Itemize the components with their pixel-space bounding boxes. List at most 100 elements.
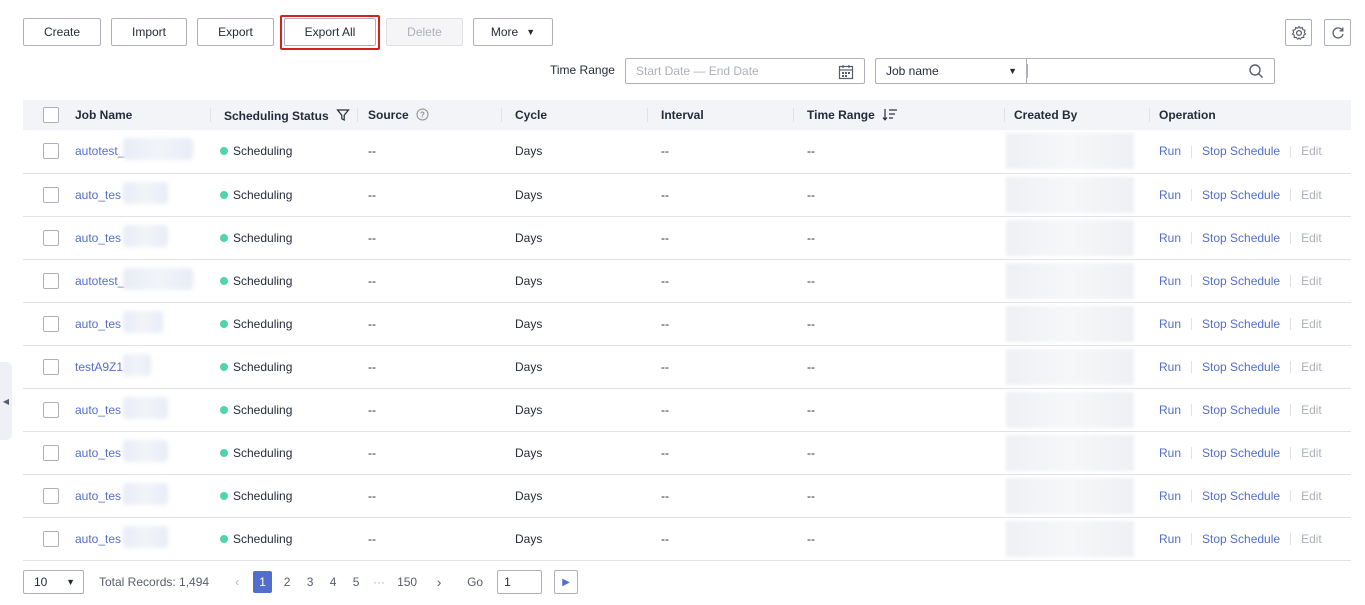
create-button[interactable]: Create	[23, 18, 101, 46]
row-checkbox[interactable]	[43, 487, 59, 504]
job-name-link[interactable]: auto_tes	[75, 489, 121, 503]
import-button[interactable]: Import	[111, 18, 187, 46]
page-2[interactable]: 2	[279, 575, 295, 589]
stop-schedule-link[interactable]: Stop Schedule	[1202, 403, 1280, 417]
edit-link[interactable]: Edit	[1301, 188, 1322, 202]
stop-schedule-link[interactable]: Stop Schedule	[1202, 188, 1280, 202]
job-name-link[interactable]: auto_tes	[75, 403, 121, 417]
export-button[interactable]: Export	[197, 18, 274, 46]
stop-schedule-link[interactable]: Stop Schedule	[1202, 317, 1280, 331]
table-row: autotest_ Scheduling -- Days -- -- Run Stop Sch…	[23, 130, 1351, 173]
run-link[interactable]: Run	[1159, 317, 1181, 331]
status-cell: Scheduling	[210, 431, 357, 474]
sort-icon[interactable]	[882, 108, 898, 121]
created-by-cell	[1004, 259, 1149, 302]
cycle-cell: Days	[515, 230, 543, 245]
more-button[interactable]: More ▼	[473, 18, 553, 46]
job-name-link[interactable]: autotest_	[75, 274, 124, 288]
job-name-link[interactable]: auto_tes	[75, 446, 121, 460]
edit-link[interactable]: Edit	[1301, 231, 1322, 245]
status-dot-icon	[220, 276, 228, 285]
job-name-link[interactable]: autotest_	[75, 144, 124, 158]
edit-link[interactable]: Edit	[1301, 274, 1322, 288]
stop-schedule-link[interactable]: Stop Schedule	[1202, 360, 1280, 374]
edit-link[interactable]: Edit	[1301, 360, 1322, 374]
help-icon[interactable]: ?	[416, 108, 429, 121]
select-all-checkbox[interactable]	[43, 107, 59, 123]
stop-schedule-link[interactable]: Stop Schedule	[1202, 231, 1280, 245]
operation-cell: Run Stop Schedule Edit	[1149, 474, 1351, 517]
row-checkbox[interactable]	[43, 229, 59, 246]
run-link[interactable]: Run	[1159, 274, 1181, 288]
run-link[interactable]: Run	[1159, 532, 1181, 546]
page-4[interactable]: 4	[325, 575, 341, 589]
run-link[interactable]: Run	[1159, 144, 1181, 158]
job-name-link[interactable]: testA9Z1	[75, 360, 123, 374]
row-checkbox-cell	[23, 173, 67, 216]
prev-page-icon[interactable]: ‹	[229, 575, 245, 589]
row-checkbox[interactable]	[43, 143, 59, 160]
page-3[interactable]: 3	[302, 575, 318, 589]
time-range-cell: --	[807, 144, 815, 159]
page-ellipsis[interactable]: ···	[371, 575, 387, 589]
row-checkbox[interactable]	[43, 272, 59, 289]
stop-schedule-link[interactable]: Stop Schedule	[1202, 489, 1280, 503]
row-checkbox[interactable]	[43, 186, 59, 203]
field-select[interactable]: Job name ▼	[875, 58, 1027, 84]
refresh-button[interactable]	[1324, 19, 1351, 46]
row-checkbox[interactable]	[43, 530, 59, 547]
filter-icon[interactable]	[336, 108, 350, 122]
page-1[interactable]: 1	[253, 571, 273, 593]
time-range-cell: --	[807, 230, 815, 245]
jobs-table: Job Name Scheduling Status Source ? Cycl…	[23, 100, 1351, 561]
run-link[interactable]: Run	[1159, 489, 1181, 503]
job-name-cell: auto_tes	[67, 216, 210, 259]
status-text: Scheduling	[233, 531, 293, 546]
run-link[interactable]: Run	[1159, 446, 1181, 460]
edit-link[interactable]: Edit	[1301, 532, 1322, 546]
date-range-input[interactable]: Start Date — End Date	[625, 58, 865, 84]
source-cell: --	[368, 187, 376, 202]
export-all-button[interactable]: Export All	[284, 18, 376, 46]
next-page-icon[interactable]: ›	[431, 574, 447, 590]
go-button[interactable]: ▶	[554, 570, 579, 594]
page-size-select[interactable]: 10 ▼	[23, 570, 84, 594]
run-link[interactable]: Run	[1159, 360, 1181, 374]
sidebar-collapse-handle[interactable]: ◀	[0, 362, 12, 440]
status-cell: Scheduling	[210, 259, 357, 302]
edit-link[interactable]: Edit	[1301, 403, 1322, 417]
status-dot-icon	[220, 534, 228, 543]
edit-link[interactable]: Edit	[1301, 489, 1322, 503]
row-checkbox-cell	[23, 345, 67, 388]
run-link[interactable]: Run	[1159, 403, 1181, 417]
run-link[interactable]: Run	[1159, 231, 1181, 245]
search-icon[interactable]	[1248, 63, 1264, 79]
delete-button[interactable]: Delete	[386, 18, 463, 46]
stop-schedule-link[interactable]: Stop Schedule	[1202, 144, 1280, 158]
job-name-link[interactable]: auto_tes	[75, 231, 121, 245]
job-name-link[interactable]: auto_tes	[75, 532, 121, 546]
interval-cell: --	[661, 359, 669, 374]
row-checkbox[interactable]	[43, 401, 59, 418]
stop-schedule-link[interactable]: Stop Schedule	[1202, 532, 1280, 546]
table-row: auto_tes Scheduling -- Days -- -- Run Stop Sche…	[23, 216, 1351, 259]
row-checkbox[interactable]	[43, 358, 59, 375]
search-input[interactable]	[1026, 58, 1275, 84]
page-5[interactable]: 5	[348, 575, 364, 589]
run-link[interactable]: Run	[1159, 188, 1181, 202]
job-name-link[interactable]: auto_tes	[75, 188, 121, 202]
row-checkbox[interactable]	[43, 444, 59, 461]
edit-link[interactable]: Edit	[1301, 446, 1322, 460]
go-page-input[interactable]: 1	[497, 570, 543, 594]
page-150[interactable]: 150	[397, 575, 417, 589]
stop-schedule-link[interactable]: Stop Schedule	[1202, 274, 1280, 288]
edit-link[interactable]: Edit	[1301, 144, 1322, 158]
row-checkbox[interactable]	[43, 315, 59, 332]
divider	[1191, 275, 1193, 288]
job-name-link[interactable]: auto_tes	[75, 317, 121, 331]
calendar-icon[interactable]	[838, 64, 854, 80]
stop-schedule-link[interactable]: Stop Schedule	[1202, 446, 1280, 460]
settings-button[interactable]	[1285, 19, 1312, 46]
edit-link[interactable]: Edit	[1301, 317, 1322, 331]
table-row: testA9Z1 Scheduling -- Days -- -- Run Stop Sche…	[23, 345, 1351, 388]
